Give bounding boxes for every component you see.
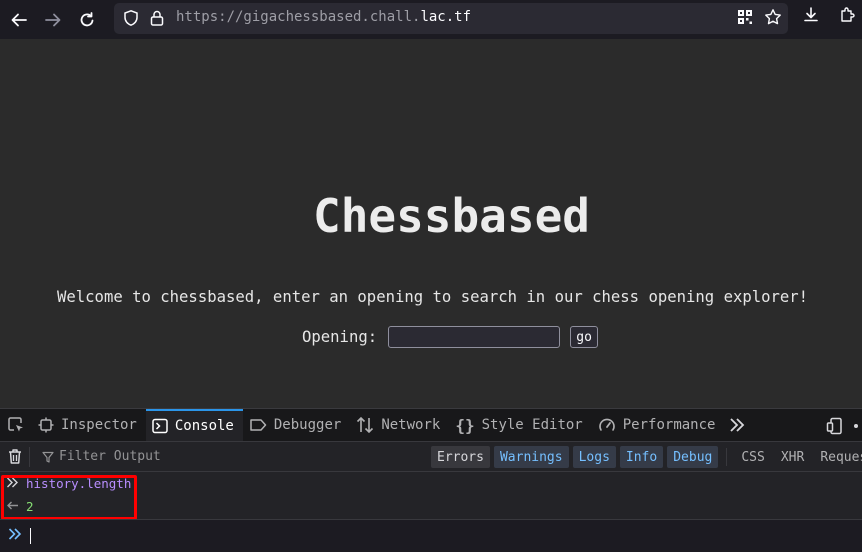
inspector-icon	[38, 417, 54, 433]
network-icon	[356, 416, 374, 434]
tab-label: Style Editor	[481, 417, 583, 433]
opening-label: Opening:	[302, 328, 378, 346]
console-filter-buttons: Errors Warnings Logs Info Debug CSS XHR …	[431, 446, 862, 468]
console-prompt-icon	[8, 528, 22, 544]
debugger-icon	[249, 417, 267, 433]
trash-icon	[8, 449, 21, 464]
console-filter-bar: Filter Output Errors Warnings Logs Info …	[0, 441, 862, 472]
filter-icon	[42, 451, 54, 463]
extensions-icon[interactable]	[838, 6, 856, 24]
url-text[interactable]: https://gigachessbased.chall.lac.tf	[176, 9, 471, 25]
go-button[interactable]: go	[570, 326, 599, 348]
element-picker-button[interactable]	[0, 409, 32, 442]
back-button[interactable]	[4, 5, 34, 35]
forward-arrow-icon	[45, 13, 61, 26]
filter-separator	[726, 448, 728, 466]
filter-xhr-button[interactable]: XHR	[775, 446, 810, 468]
responsive-design-icon	[826, 417, 842, 435]
text-caret	[30, 528, 31, 544]
opening-input[interactable]	[388, 326, 561, 348]
filter-css-button[interactable]: CSS	[735, 446, 770, 468]
tab-debugger[interactable]: Debugger	[243, 409, 350, 442]
tab-network[interactable]: Network	[350, 409, 449, 442]
back-arrow-icon	[11, 13, 27, 26]
style-editor-icon: {}	[455, 415, 475, 435]
chevron-double-right-icon	[730, 418, 745, 432]
tab-label: Inspector	[61, 417, 137, 433]
filter-errors-button[interactable]: Errors	[431, 446, 490, 468]
filter-warnings-button[interactable]: Warnings	[493, 446, 569, 468]
downloads-icon[interactable]	[802, 6, 820, 24]
tab-inspector[interactable]: Inspector	[32, 409, 146, 442]
tab-label: Console	[174, 418, 234, 434]
filter-logs-button[interactable]: Logs	[572, 446, 616, 468]
meatball-menu-icon[interactable]	[854, 424, 858, 428]
console-icon	[152, 418, 168, 434]
tracking-shield-icon[interactable]	[122, 9, 140, 31]
page-title: Chessbased	[313, 189, 590, 243]
url-bar[interactable]: https://gigachessbased.chall.lac.tf	[114, 3, 788, 34]
url-prefix: https://gigachessbased.chall.	[176, 9, 421, 25]
lock-icon[interactable]	[148, 9, 166, 31]
bookmark-star-icon[interactable]	[764, 8, 782, 30]
tab-console[interactable]: Console	[145, 408, 243, 442]
filter-debug-button[interactable]: Debug	[667, 446, 719, 468]
tab-style-editor[interactable]: {} Style Editor	[449, 409, 591, 442]
tab-label: Network	[381, 417, 441, 433]
clear-console-button[interactable]	[0, 446, 30, 467]
more-tools-button[interactable]	[724, 409, 750, 442]
forward-button[interactable]	[38, 5, 68, 35]
reload-button[interactable]	[72, 5, 102, 35]
tab-label: Performance	[622, 417, 716, 433]
devtools-tab-bar: Inspector Console Debugger Network {} St…	[0, 408, 862, 442]
filter-requests-button[interactable]: Requests	[814, 446, 862, 468]
console-input[interactable]	[0, 519, 862, 552]
tab-performance[interactable]: Performance	[592, 409, 725, 442]
qr-code-icon[interactable]	[736, 8, 754, 30]
filter-info-button[interactable]: Info	[619, 446, 664, 468]
url-domain: lac.tf	[420, 9, 472, 25]
red-highlight-box	[1, 475, 137, 520]
performance-icon	[598, 416, 616, 434]
page-content: Chessbased Welcome to chessbased, enter …	[0, 39, 862, 408]
browser-toolbar: https://gigachessbased.chall.lac.tf	[0, 0, 862, 39]
filter-output-input[interactable]: Filter Output	[42, 449, 161, 464]
reload-icon	[80, 11, 94, 26]
opening-form: Opening: go	[302, 326, 599, 348]
responsive-design-button[interactable]	[826, 417, 844, 439]
filter-placeholder: Filter Output	[59, 449, 161, 464]
welcome-text: Welcome to chessbased, enter an opening …	[57, 288, 809, 306]
element-picker-icon	[8, 417, 23, 432]
tab-label: Debugger	[273, 417, 342, 433]
